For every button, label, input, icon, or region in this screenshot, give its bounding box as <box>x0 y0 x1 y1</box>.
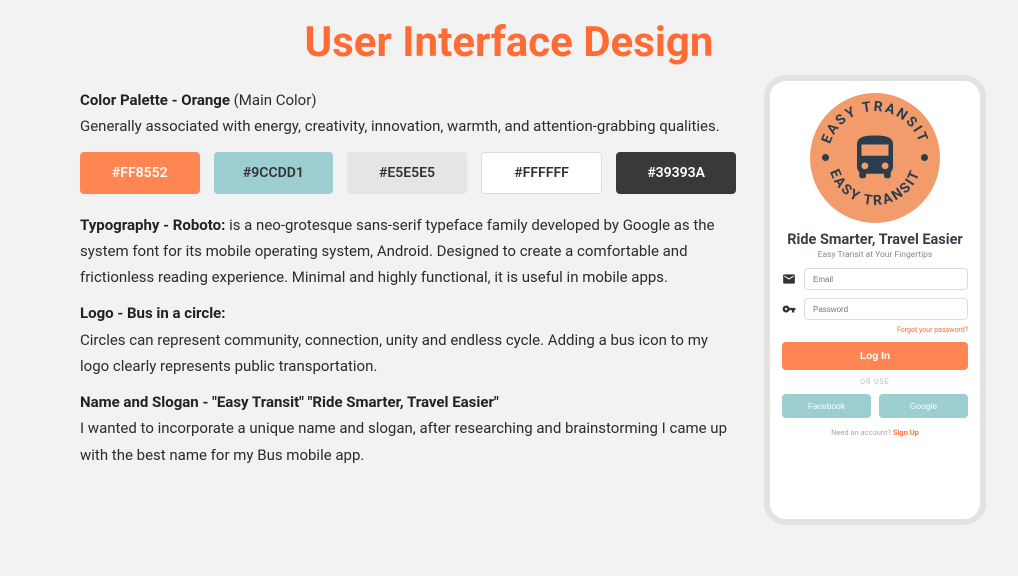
swatch-4: #FFFFFF <box>481 152 603 194</box>
swatch-2: #9CCDD1 <box>214 152 334 194</box>
signup-link[interactable]: Sign Up <box>893 428 919 437</box>
login-button[interactable]: Log In <box>782 342 968 370</box>
signup-row: Need an account? Sign Up <box>831 428 919 437</box>
swatch-1: #FF8552 <box>80 152 200 194</box>
phone-mockup: EASY TRANSIT EASY TRANSIT Ride Smarter, … <box>764 75 986 525</box>
color-heading-bold: Color Palette - Orange <box>80 91 230 109</box>
email-icon <box>782 272 796 286</box>
app-logo: EASY TRANSIT EASY TRANSIT <box>810 93 940 223</box>
facebook-button[interactable]: Facebook <box>782 394 871 418</box>
key-icon <box>782 302 796 316</box>
description-column: Color Palette - Orange (Main Color) Gene… <box>80 75 736 525</box>
need-account-label: Need an account? <box>831 428 893 437</box>
name-slogan-section: Name and Slogan - "Easy Transit" "Ride S… <box>80 389 736 468</box>
email-field[interactable] <box>804 268 968 290</box>
logo-section: Logo - Bus in a circle: Circles can repr… <box>80 300 736 379</box>
logo-heading: Logo - Bus in a circle: <box>80 304 226 322</box>
color-swatches: #FF8552 #9CCDD1 #E5E5E5 #FFFFFF #39393A <box>80 152 736 194</box>
typography-section: Typography - Roboto: is a neo-grotesque … <box>80 212 736 291</box>
color-body: Generally associated with energy, creati… <box>80 117 720 135</box>
password-row <box>782 298 968 320</box>
password-field[interactable] <box>804 298 968 320</box>
app-slogan: Ride Smarter, Travel Easier <box>787 231 962 248</box>
swatch-5: #39393A <box>616 152 736 194</box>
swatch-3: #E5E5E5 <box>347 152 467 194</box>
logo-body: Circles can represent community, connect… <box>80 331 708 375</box>
name-body: I wanted to incorporate a unique name an… <box>80 419 727 463</box>
phone-mockup-column: EASY TRANSIT EASY TRANSIT Ride Smarter, … <box>764 75 986 525</box>
forgot-password-link[interactable]: Forgot your password? <box>897 326 968 334</box>
page-title: User Interface Design <box>0 0 1018 75</box>
logo-dots <box>810 154 940 161</box>
color-heading-rest: (Main Color) <box>230 91 317 109</box>
color-palette-section: Color Palette - Orange (Main Color) Gene… <box>80 87 736 140</box>
name-heading: Name and Slogan - "Easy Transit" "Ride S… <box>80 393 499 411</box>
social-buttons: Facebook Google <box>782 394 968 418</box>
email-row <box>782 268 968 290</box>
or-use-label: OR USE <box>860 378 890 386</box>
app-sub-slogan: Easy Transit at Your Fingertips <box>818 250 933 260</box>
typography-heading: Typography - Roboto: <box>80 216 225 234</box>
google-button[interactable]: Google <box>879 394 968 418</box>
